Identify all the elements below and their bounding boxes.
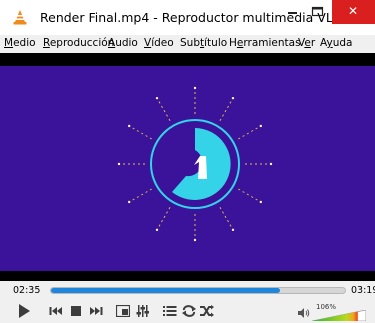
next-button[interactable] [87,301,105,321]
menu-bar: Medio Reproducción Audio Vídeo Subtítulo Herr… [0,35,375,53]
previous-icon [49,307,62,315]
ray-line [132,127,152,140]
ray-dot [259,200,263,204]
ray-line [219,207,232,227]
ray-line [238,188,258,201]
ray-line [158,207,171,227]
ray-line [238,127,258,140]
ray-line [219,101,232,121]
ray-dot [155,96,159,100]
total-time: 03:19 [351,285,375,296]
ray-dot [269,162,273,166]
shuffle-button[interactable] [198,301,216,321]
ray-dot [127,124,131,128]
ray-dot [155,228,159,232]
menu-item[interactable]: Audio [108,37,138,49]
ray-dot [117,162,121,166]
volume-slider[interactable] [312,310,366,321]
stop-icon [71,306,81,316]
loop-button[interactable] [180,301,198,321]
video-letterbox-bottom [0,271,375,281]
menu-item[interactable]: Ver [298,37,315,49]
ray-dot [231,96,235,100]
extended-settings-icon [136,305,149,317]
playlist-icon [163,306,177,316]
close-button[interactable]: ✕ [332,0,375,24]
title-bar: Render Final.mp4 - Reproductor multimedi… [0,0,375,35]
next-icon [90,307,103,315]
menu-item[interactable]: Ayuda [320,37,352,49]
menu-item[interactable]: Vídeo [144,37,174,49]
video-area[interactable] [0,66,375,271]
extended-settings-button[interactable] [134,301,152,321]
video-frame-graphic [117,86,273,242]
ray-dot [193,238,197,242]
maximize-icon [311,6,324,17]
vlc-cone-icon [13,10,27,25]
video-letterbox-top [0,53,375,66]
play-icon [19,304,30,318]
ray-line [132,188,152,201]
ray-dot [127,200,131,204]
shuffle-icon [200,305,214,317]
elapsed-time: 02:35 [13,285,41,296]
seek-progress [51,288,281,293]
previous-button[interactable] [47,301,65,321]
menu-item[interactable]: Reproducción [43,37,114,49]
loop-icon [182,305,196,317]
minimize-button[interactable] [282,0,304,24]
speaker-icon[interactable] [298,308,310,318]
ray-dot [231,228,235,232]
menu-item[interactable]: Subtítulo [180,37,227,49]
stop-button[interactable] [67,301,85,321]
minimize-icon [288,12,297,14]
ray-line [158,101,171,121]
ray-dot [259,124,263,128]
seek-row: 02:35 03:19 [0,281,375,298]
close-icon: ✕ [348,4,359,18]
ray-dot [193,86,197,90]
menu-item[interactable]: Herramientas [229,37,301,49]
menu-item[interactable]: Medio [4,37,36,49]
playlist-button[interactable] [161,301,179,321]
seek-slider[interactable] [50,287,346,294]
maximize-button[interactable] [304,0,330,24]
fullscreen-icon [116,305,130,317]
fullscreen-button[interactable] [114,301,132,321]
play-button[interactable] [12,301,36,321]
